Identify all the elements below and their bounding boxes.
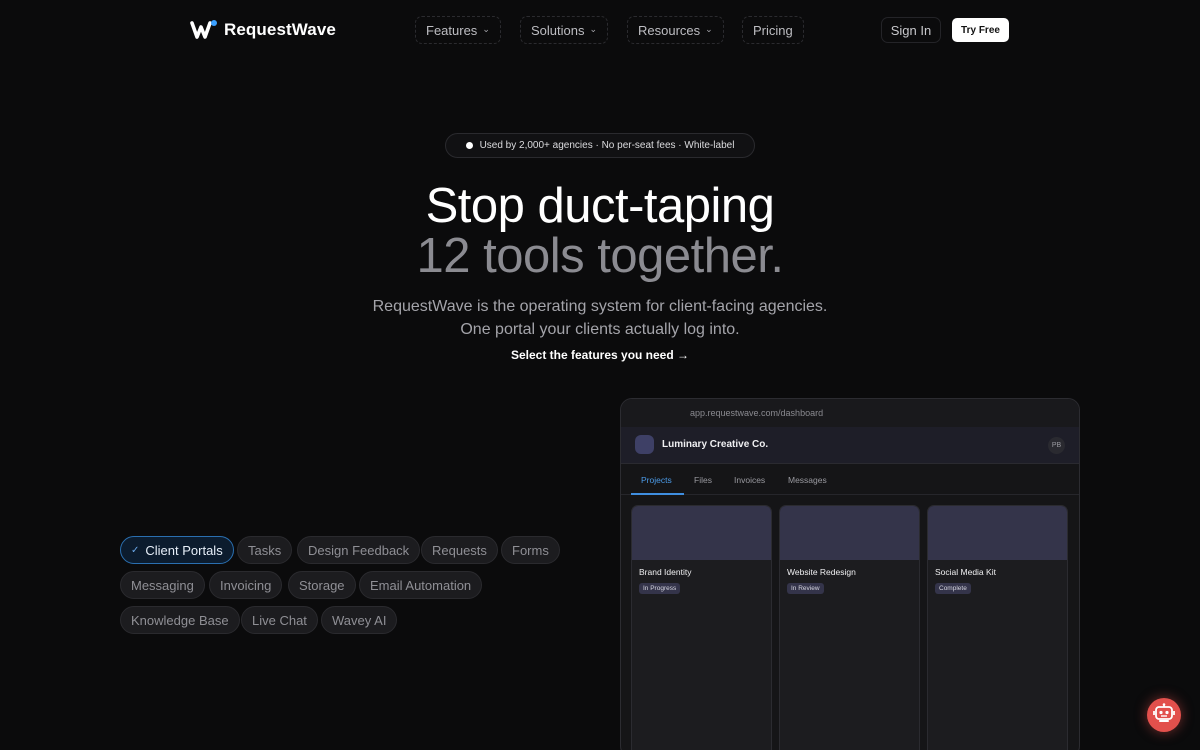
sign-in-button[interactable]: Sign In [881, 17, 941, 43]
chip-label: Messaging [131, 577, 194, 593]
check-icon: ✓ [131, 544, 140, 556]
top-nav: RequestWave Features ⌄ Solutions ⌄ Resou… [0, 0, 1200, 60]
tab-invoices[interactable]: Invoices [734, 475, 765, 485]
wave-logo-icon [190, 19, 217, 41]
portal-header: Luminary Creative Co. PB [621, 427, 1079, 464]
chip-knowledge-base[interactable]: Knowledge Base [120, 606, 240, 634]
chip-storage[interactable]: Storage [288, 571, 356, 599]
chip-label: Forms [512, 542, 549, 558]
chip-label: Invoicing [220, 577, 272, 593]
chip-label: Email Automation [370, 577, 472, 593]
chip-email-automation[interactable]: Email Automation [359, 571, 483, 599]
chip-forms[interactable]: Forms [501, 536, 560, 564]
tab-files[interactable]: Files [694, 475, 712, 485]
tab-projects[interactable]: Projects [641, 475, 672, 485]
chip-label: Tasks [248, 542, 282, 558]
chevron-down-icon: ⌄ [482, 23, 490, 34]
hero-subtitle-line1: RequestWave is the operating system for … [372, 298, 828, 315]
nav-solutions[interactable]: Solutions ⌄ [520, 16, 609, 44]
hero-subtitle-line2: One portal your clients actually log int… [460, 321, 740, 338]
chip-requests[interactable]: Requests [421, 536, 498, 564]
social-proof-badge: Used by 2,000+ agencies · No per-seat fe… [445, 133, 755, 158]
chip-design-feedback[interactable]: Design Feedback [297, 536, 421, 564]
project-card[interactable]: Brand Identity In Progress [631, 505, 772, 750]
chip-label: Design Feedback [308, 542, 410, 558]
project-title: Website Redesign [787, 567, 856, 577]
status-badge: In Progress [639, 583, 681, 594]
project-thumbnail [632, 506, 771, 560]
company-avatar [635, 435, 654, 454]
tab-messages[interactable]: Messages [788, 475, 827, 485]
project-title: Social Media Kit [935, 567, 996, 577]
nav-pricing-label: Pricing [753, 22, 793, 38]
chip-tasks[interactable]: Tasks [237, 536, 293, 564]
status-badge: Complete [935, 583, 971, 594]
chip-invoicing[interactable]: Invoicing [209, 571, 283, 599]
nav-solutions-label: Solutions [531, 22, 585, 38]
company-name: Luminary Creative Co. [662, 439, 769, 450]
chip-label: Wavey AI [332, 612, 387, 628]
nav-pricing[interactable]: Pricing [742, 16, 804, 44]
select-features-link[interactable]: Select the features you need → [0, 348, 1200, 362]
url-text: app.requestwave.com/dashboard [690, 408, 824, 418]
chip-messaging[interactable]: Messaging [120, 571, 205, 599]
brand-name: RequestWave [224, 20, 336, 39]
nav-features-label: Features [426, 22, 478, 38]
chat-assistant-button[interactable] [1147, 698, 1181, 732]
chip-label: Client Portals [145, 542, 223, 558]
chip-label: Knowledge Base [131, 612, 229, 628]
user-avatar[interactable]: PB [1048, 437, 1065, 454]
dot-icon [465, 142, 473, 149]
chip-wavey-ai[interactable]: Wavey AI [321, 606, 398, 634]
chip-label: Storage [299, 577, 345, 593]
project-card[interactable]: Website Redesign In Review [779, 505, 920, 750]
dashboard-preview: app.requestwave.com/dashboard Luminary C… [620, 398, 1080, 750]
browser-url-bar: app.requestwave.com/dashboard [621, 399, 1079, 427]
chip-live-chat[interactable]: Live Chat [241, 606, 318, 634]
chip-label: Live Chat [252, 612, 307, 628]
hero-title-line1: Stop duct-taping [425, 179, 775, 233]
brand-logo[interactable]: RequestWave [190, 19, 336, 41]
project-card[interactable]: Social Media Kit Complete [927, 505, 1068, 750]
chip-client-portals[interactable]: ✓ Client Portals [120, 536, 234, 564]
nav-resources[interactable]: Resources ⌄ [627, 16, 724, 44]
nav-features[interactable]: Features ⌄ [415, 16, 501, 44]
try-free-button[interactable]: Try Free [952, 18, 1009, 42]
chevron-down-icon: ⌄ [589, 23, 598, 34]
project-thumbnail [780, 506, 919, 560]
chevron-down-icon: ⌄ [705, 23, 713, 34]
hero-title-line2: 12 tools together. [416, 229, 784, 283]
chip-label: Requests [432, 542, 487, 558]
status-badge: In Review [787, 583, 824, 594]
active-tab-indicator [631, 493, 684, 495]
robot-icon [1153, 702, 1175, 728]
portal-tabs: Projects Files Invoices Messages [621, 464, 1079, 495]
nav-resources-label: Resources [638, 22, 701, 38]
project-title: Brand Identity [639, 567, 692, 577]
project-thumbnail [928, 506, 1067, 560]
badge-text: Used by 2,000+ agencies · No per-seat fe… [479, 140, 735, 151]
